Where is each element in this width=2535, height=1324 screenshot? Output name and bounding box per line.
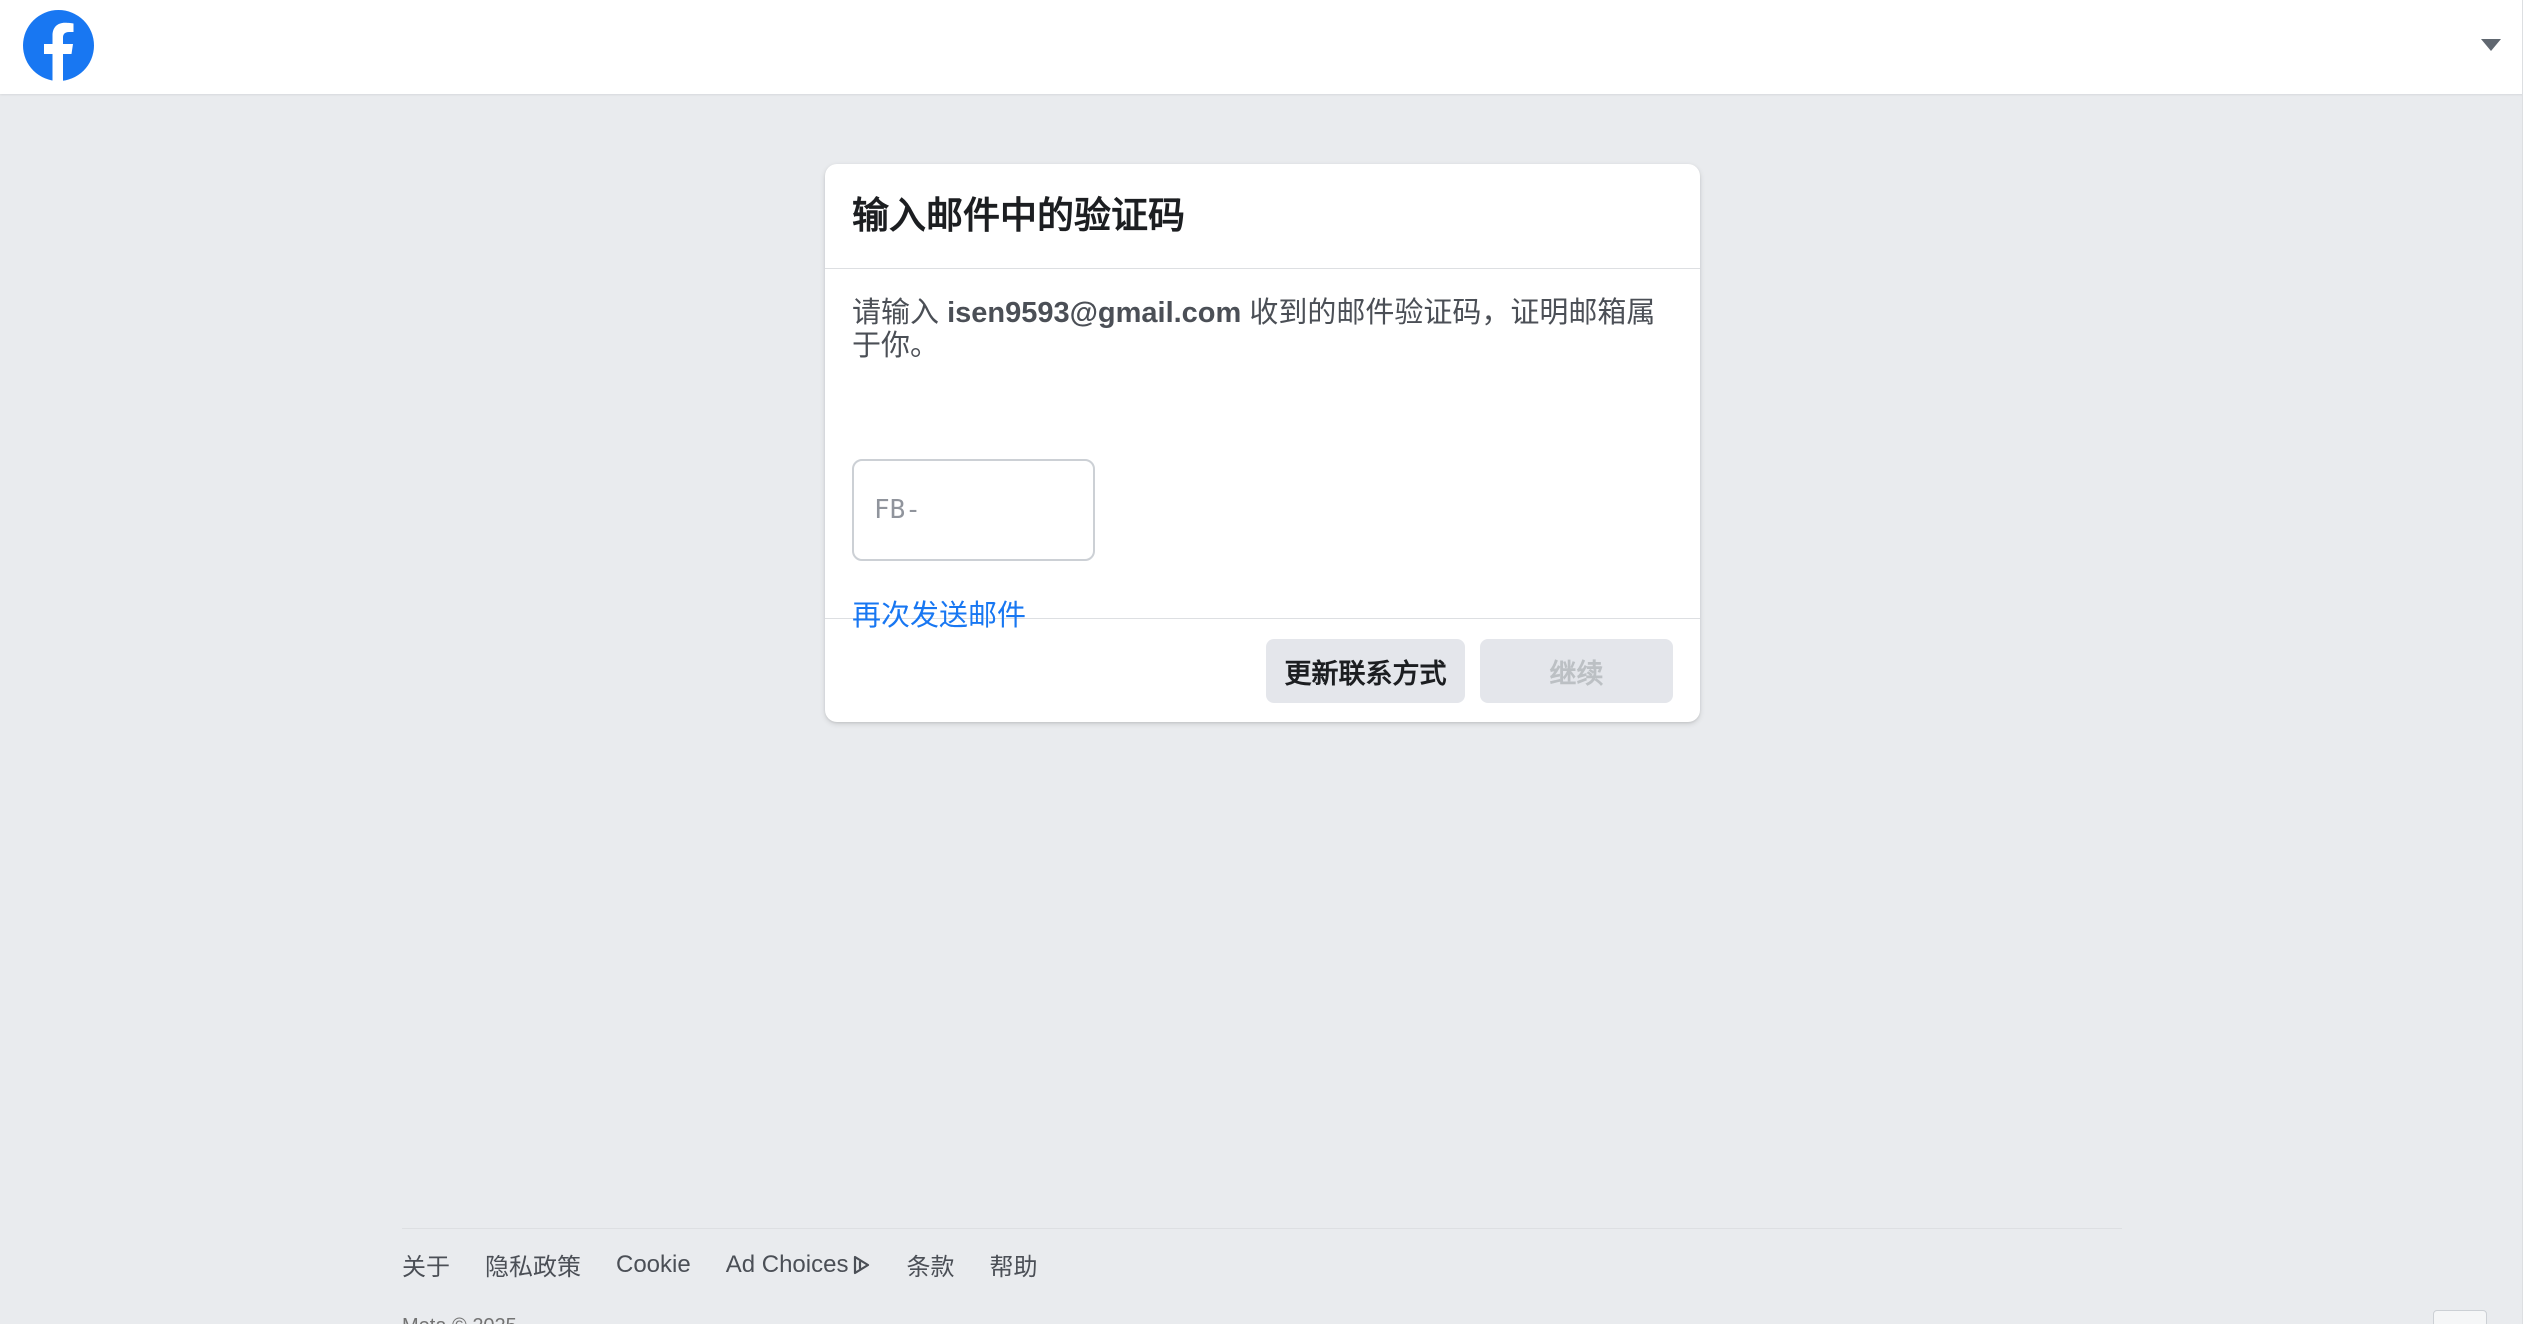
facebook-logo-icon[interactable]: [23, 10, 94, 81]
page-footer: 关于 隐私政策 Cookie Ad Choices 条款 帮助 Meta © 2…: [402, 1228, 2122, 1324]
email-address: isen9593@gmail.com: [947, 297, 1242, 329]
footer-link-privacy[interactable]: 隐私政策: [485, 1247, 581, 1282]
verification-code-input[interactable]: [852, 459, 1095, 561]
footer-link-ad-choices[interactable]: Ad Choices: [726, 1247, 872, 1282]
footer-links: 关于 隐私政策 Cookie Ad Choices 条款 帮助: [402, 1247, 1037, 1282]
footer-link-terms[interactable]: 条款: [906, 1247, 954, 1282]
instruction-text: 请输入 isen9593@gmail.com 收到的邮件验证码，证明邮箱属于你。: [852, 297, 1672, 363]
footer-link-about[interactable]: 关于: [402, 1247, 450, 1282]
update-contact-button[interactable]: 更新联系方式: [1266, 639, 1465, 703]
card-footer: 更新联系方式 继续: [825, 619, 1700, 722]
footer-link-cookie[interactable]: Cookie: [616, 1247, 691, 1282]
ad-choices-label: Ad Choices: [725, 1250, 849, 1278]
ad-choices-icon: [851, 1255, 871, 1275]
card-body: 请输入 isen9593@gmail.com 收到的邮件验证码，证明邮箱属于你。: [825, 269, 1700, 619]
top-bar: [0, 0, 2535, 94]
language-selector[interactable]: [2433, 1310, 2487, 1324]
caret-down-icon[interactable]: [2473, 34, 2509, 56]
continue-button[interactable]: 继续: [1480, 639, 1673, 703]
verification-card: 输入邮件中的验证码 请输入 isen9593@gmail.com 收到的邮件验证…: [825, 164, 1700, 722]
card-title: 输入邮件中的验证码: [852, 195, 1185, 236]
copyright: Meta © 2025: [402, 1315, 517, 1324]
footer-link-help[interactable]: 帮助: [989, 1247, 1037, 1282]
scrollbar[interactable]: [2522, 0, 2535, 1324]
instruction-prefix: 请输入: [852, 297, 948, 329]
card-header: 输入邮件中的验证码: [825, 164, 1700, 269]
